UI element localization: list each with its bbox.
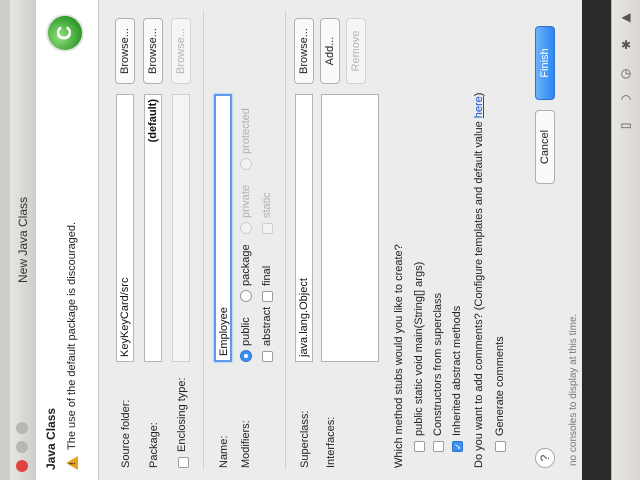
stub-main-checkbox[interactable] <box>414 441 425 452</box>
source-folder-browse-button[interactable]: Browse... <box>115 18 135 84</box>
interfaces-add-button[interactable]: Add... <box>320 18 340 84</box>
display-icon[interactable]: ▭ <box>618 118 634 132</box>
separator <box>203 10 204 470</box>
new-java-class-dialog: New Java Class Java Class ! The use of t… <box>10 0 582 480</box>
modifier-private-radio <box>240 222 252 234</box>
name-label: Name: <box>218 435 230 468</box>
modifier-public-radio[interactable] <box>240 350 252 362</box>
window-titlebar: New Java Class <box>10 0 37 480</box>
modifier-abstract-label: abstract <box>261 306 273 346</box>
separator <box>285 10 286 470</box>
enclosing-type-browse-button: Browse... <box>171 18 191 84</box>
package-label: Package: <box>148 422 160 468</box>
background-console-text: no consoles to display at this time. <box>568 313 579 466</box>
modifier-static-checkbox <box>262 223 273 234</box>
package-field[interactable]: (default) <box>144 94 162 362</box>
generate-comments-label: Generate comments <box>494 336 506 436</box>
wizard-header: Java Class ! The use of the default pack… <box>36 0 99 480</box>
modifier-private-label: private <box>240 184 252 218</box>
source-folder-field[interactable]: KeyKeyCard/src <box>116 94 134 362</box>
modifier-protected-radio <box>240 158 252 170</box>
time-machine-icon[interactable]: ◷ <box>618 66 634 80</box>
wizard-body: Source folder: KeyKeyCard/src Browse... … <box>99 0 582 480</box>
package-default-hint: (default) <box>147 99 159 143</box>
comments-question-end: ) <box>473 92 485 97</box>
cancel-button[interactable]: Cancel <box>535 110 555 184</box>
new-class-wizard-icon: C <box>46 14 84 52</box>
warning-triangle-icon: ! <box>66 456 78 470</box>
modifier-package-radio[interactable] <box>240 290 252 302</box>
modifier-static-label: static <box>261 192 273 218</box>
stub-inherited-label: Inherited abstract methods <box>451 305 463 436</box>
stub-main-label: public static void main(String[] args) <box>413 261 425 436</box>
enclosing-type-checkbox[interactable] <box>178 457 189 468</box>
superclass-field[interactable]: java.lang.Object <box>295 94 313 362</box>
modifier-public-label: public <box>240 317 252 346</box>
interfaces-label: Interfaces: <box>325 416 337 468</box>
modifier-abstract-checkbox[interactable] <box>262 351 273 362</box>
finish-button[interactable]: Finish <box>535 26 555 100</box>
interfaces-remove-button: Remove <box>346 18 366 84</box>
modifier-final-label: final <box>261 265 273 286</box>
superclass-label: Superclass: <box>299 410 311 468</box>
stub-constructors-checkbox[interactable] <box>433 441 444 452</box>
modifiers-label: Modifiers: <box>240 420 252 468</box>
source-folder-label: Source folder: <box>120 399 132 468</box>
modifier-protected-label: protected <box>240 108 252 154</box>
stub-constructors-label: Constructors from superclass <box>432 292 444 436</box>
wizard-title: Java Class <box>44 407 58 470</box>
comments-question-text: Do you want to add comments? (Configure … <box>473 118 485 468</box>
method-stubs-question: Which method stubs would you like to cre… <box>393 244 405 468</box>
modifier-package-label: package <box>240 244 252 286</box>
interfaces-list[interactable] <box>321 94 379 362</box>
class-name-field[interactable]: Employee <box>214 94 232 362</box>
volume-icon[interactable]: ◀ <box>618 10 634 24</box>
modifier-final-checkbox[interactable] <box>262 291 273 302</box>
wifi-icon[interactable]: ◠ <box>618 92 634 106</box>
generate-comments-checkbox[interactable] <box>495 441 506 452</box>
package-browse-button[interactable]: Browse... <box>143 18 163 84</box>
system-menubar: ◀ ✱ ◷ ◠ ▭ <box>611 0 640 480</box>
stub-inherited-checkbox[interactable]: ✓ <box>452 441 463 452</box>
enclosing-type-field <box>172 94 190 362</box>
enclosing-type-label: Enclosing type: <box>176 377 188 452</box>
comments-question: Do you want to add comments? (Configure … <box>473 93 485 468</box>
configure-templates-link[interactable]: here <box>473 96 485 118</box>
window-title: New Java Class <box>16 196 30 284</box>
wizard-message: The use of the default package is discou… <box>66 221 78 450</box>
bluetooth-icon[interactable]: ✱ <box>618 38 634 52</box>
help-icon[interactable]: ? <box>535 448 555 468</box>
superclass-browse-button[interactable]: Browse... <box>294 18 314 84</box>
